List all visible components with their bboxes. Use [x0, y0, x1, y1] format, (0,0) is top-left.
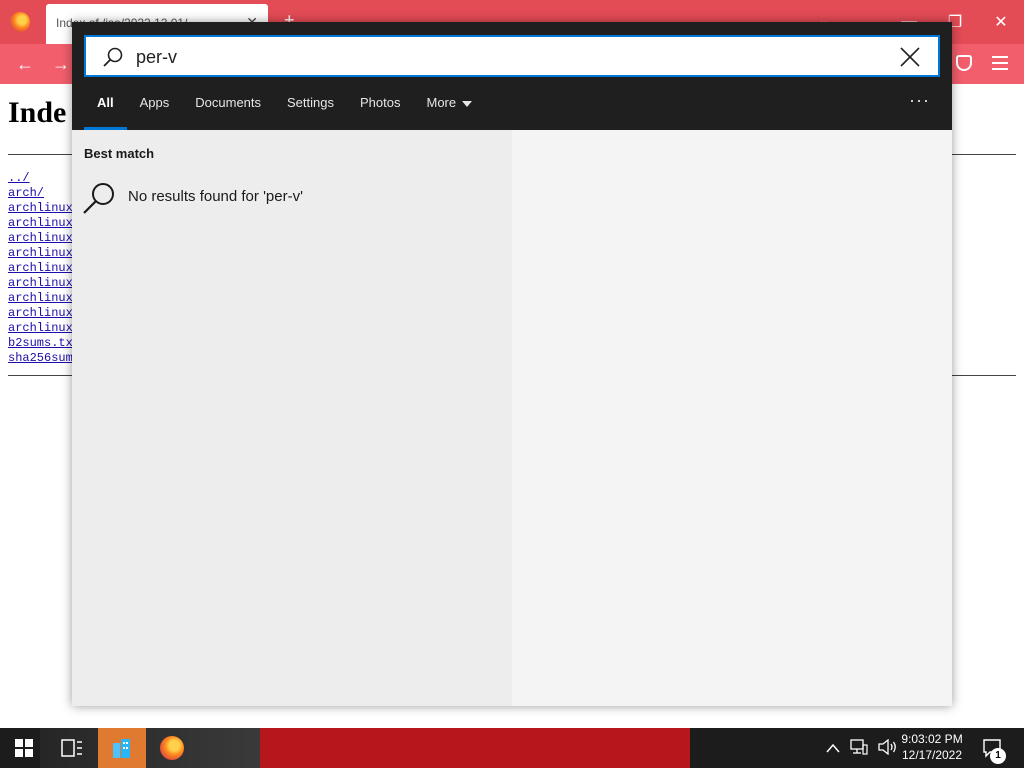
firefox-icon	[160, 736, 184, 760]
results-pane: Best match No results found for 'per-v'	[72, 130, 512, 706]
task-view-icon	[61, 739, 82, 757]
search-icon	[82, 180, 118, 216]
buildings-icon	[113, 739, 130, 758]
back-button[interactable]: ←	[16, 54, 34, 75]
task-view-button[interactable]	[48, 728, 96, 768]
preview-pane	[512, 130, 952, 706]
search-input[interactable]	[136, 43, 876, 71]
tab-more-label: More	[426, 95, 457, 110]
clock-date: 12/17/2022	[901, 748, 963, 762]
more-options-button[interactable]: ···	[909, 90, 930, 111]
taskbar-app-file-explorer[interactable]	[98, 728, 146, 768]
no-results-item: No results found for 'per-v'	[82, 180, 502, 220]
search-flyout: All Apps Documents Settings Photos More …	[72, 22, 952, 706]
search-filter-tabs: All Apps Documents Settings Photos More	[84, 88, 485, 130]
chevron-up-icon[interactable]	[826, 740, 840, 756]
search-box[interactable]	[84, 35, 940, 77]
firefox-icon	[10, 12, 30, 32]
tab-apps[interactable]: Apps	[127, 88, 183, 130]
windows-logo-icon	[15, 739, 33, 757]
tab-all[interactable]: All	[84, 88, 127, 130]
search-icon	[102, 46, 124, 68]
tab-photos[interactable]: Photos	[347, 88, 413, 130]
no-results-text: No results found for 'per-v'	[128, 188, 303, 205]
forward-button[interactable]: →	[52, 54, 70, 75]
system-tray	[826, 728, 898, 768]
best-match-label: Best match	[84, 146, 155, 161]
taskbar-app-firefox[interactable]	[148, 728, 196, 768]
close-window-button[interactable]: ✕	[978, 0, 1024, 44]
desktop-wallpaper	[260, 728, 690, 768]
pocket-icon[interactable]	[956, 55, 972, 71]
caret-down-icon	[462, 100, 473, 107]
volume-icon[interactable]	[878, 738, 898, 758]
close-search-icon[interactable]	[898, 45, 922, 69]
tab-documents[interactable]: Documents	[182, 88, 274, 130]
notification-count-badge: 1	[990, 748, 1006, 764]
hamburger-menu-icon[interactable]	[992, 56, 1008, 74]
start-button[interactable]	[0, 728, 48, 768]
taskbar-clock[interactable]: 9:03:02 PM 12/17/2022	[896, 731, 968, 763]
tab-more[interactable]: More	[413, 88, 485, 130]
clock-time: 9:03:02 PM	[901, 732, 963, 746]
tab-settings[interactable]: Settings	[274, 88, 347, 130]
network-icon[interactable]	[850, 738, 868, 758]
